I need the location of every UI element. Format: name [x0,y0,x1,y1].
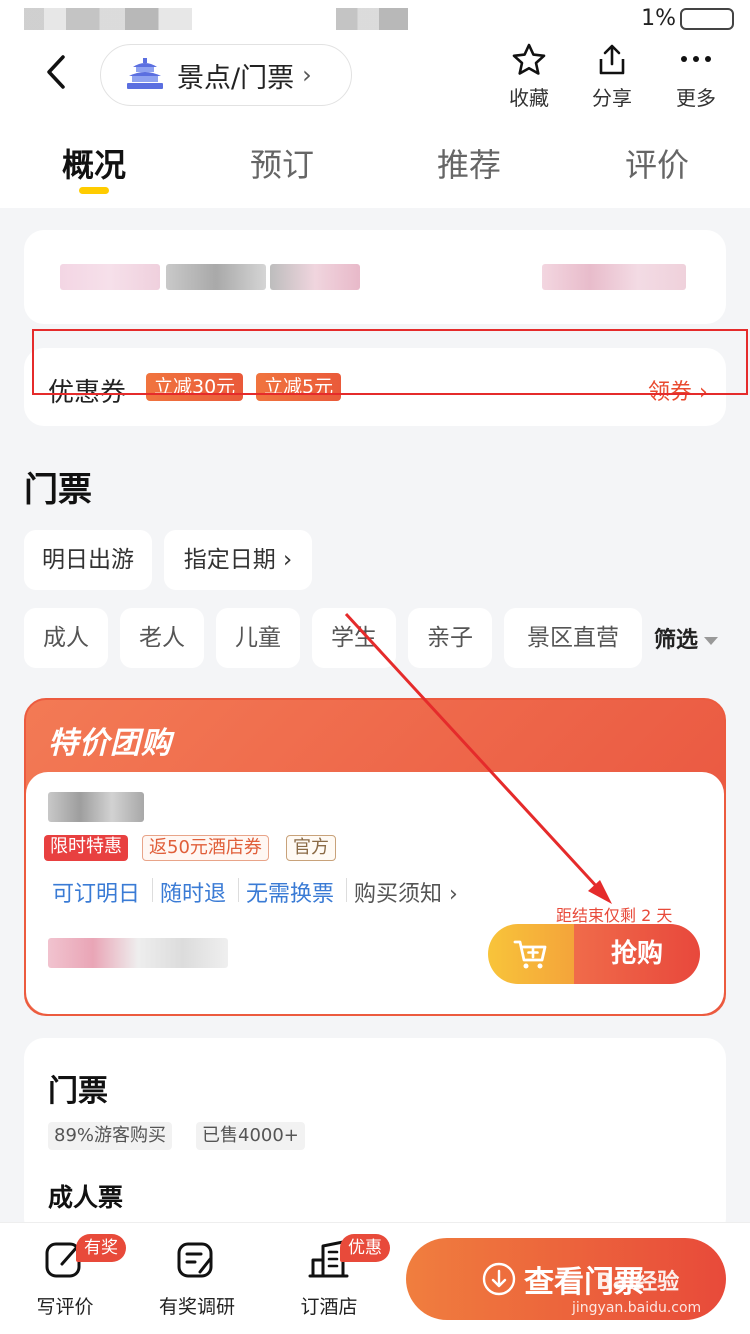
share-icon [599,44,625,75]
buy-button[interactable]: 抢购 [488,924,700,984]
nav-bar: 景点/门票 › 收藏 分享 更多 [0,40,750,122]
watermark-logo: Bai经验 [596,1270,680,1295]
deal-tag-limited: 限时特惠 [44,835,128,861]
share-button[interactable]: 分享 [582,40,642,111]
stat-chip: 89%游客购买 [48,1122,173,1150]
countdown-text: 距结束仅剩 2 天 [556,906,673,925]
blurred-info [270,264,360,290]
feature-book-tomorrow: 可订明日 [52,882,141,907]
battery-indicator: 1% [641,6,734,31]
filter-button[interactable]: 筛选 [654,622,719,654]
blurred-info [60,264,160,290]
status-carrier-blurred [336,8,408,30]
survey-icon [177,1242,213,1278]
deal-tag-hotel-voucher: 返50元酒店券 [142,835,269,861]
status-bar: 1% [0,0,750,40]
chevron-left-icon [47,55,65,89]
annotation-highlight-box [32,329,748,395]
battery-icon [680,8,734,30]
date-option-tomorrow[interactable]: 明日出游 [24,530,152,590]
book-hotel-label: 订酒店 [300,1296,358,1318]
divider [238,878,239,902]
filter-child[interactable]: 儿童 [216,608,300,668]
feature-refund-anytime: 随时退 [160,882,227,907]
write-review-label: 写评价 [36,1296,94,1318]
tab-booking[interactable]: 预订 [250,140,314,186]
ticket-card-title: 门票 [48,1074,108,1109]
filter-button-label: 筛选 [654,628,699,653]
back-button[interactable] [36,50,76,94]
discount-badge: 优惠 [340,1234,390,1262]
caret-down-icon [704,637,719,645]
filter-senior[interactable]: 老人 [120,608,204,668]
reward-badge: 有奖 [76,1234,126,1262]
favorite-button[interactable]: 收藏 [499,40,559,111]
blurred-info [542,264,686,290]
favorite-label: 收藏 [509,86,549,110]
star-icon [512,43,546,75]
more-label: 更多 [676,86,716,110]
watermark-url: jingyan.baidu.com [572,1300,702,1316]
filter-adult[interactable]: 成人 [24,608,108,668]
adult-ticket-title: 成人票 [48,1183,124,1212]
tickets-section-title: 门票 [24,470,92,510]
filter-family[interactable]: 亲子 [408,608,492,668]
filter-official[interactable]: 景区直营 [504,608,642,668]
tab-overview[interactable]: 概况 [62,140,126,186]
status-time-blurred [24,8,192,30]
breadcrumb-label: 景点/门票 [177,62,295,94]
chevron-right-icon: › [302,61,312,89]
battery-percent: 1% [641,6,676,31]
grab-button-label[interactable]: 抢购 [574,924,700,984]
date-option-pick[interactable]: 指定日期 › [164,530,312,590]
survey-label: 有奖调研 [158,1296,235,1318]
blurred-deal-title [48,792,144,822]
tab-active-indicator [79,187,109,194]
add-to-cart-button[interactable] [488,924,574,984]
share-label: 分享 [592,86,632,110]
tab-reviews[interactable]: 评价 [625,140,689,186]
more-button[interactable]: 更多 [666,40,726,111]
purchase-notice-link[interactable]: 购买须知 › [354,876,458,908]
more-dots-icon [681,56,711,62]
deal-tag-official: 官方 [286,835,336,861]
arrow-down-circle-icon [482,1262,516,1296]
breadcrumb[interactable]: 景点/门票 › [100,44,352,106]
divider [152,878,153,902]
cart-icon [513,940,547,969]
stat-chip: 已售4000+ [196,1122,305,1150]
filter-student[interactable]: 学生 [312,608,396,668]
divider [346,878,347,902]
survey-button[interactable]: 有奖调研 [142,1238,252,1319]
info-card[interactable] [24,230,726,324]
deal-header: 特价团购 [48,726,172,761]
purchase-notice-label: 购买须知 [354,882,443,907]
blurred-info [166,264,266,290]
temple-icon [127,58,163,89]
blurred-price [48,938,228,968]
tab-bar: 概况 预订 推荐 评价 [0,122,750,208]
date-option-pick-label: 指定日期 [183,547,276,573]
feature-no-exchange: 无需换票 [246,882,335,907]
tab-recommend[interactable]: 推荐 [437,140,501,186]
